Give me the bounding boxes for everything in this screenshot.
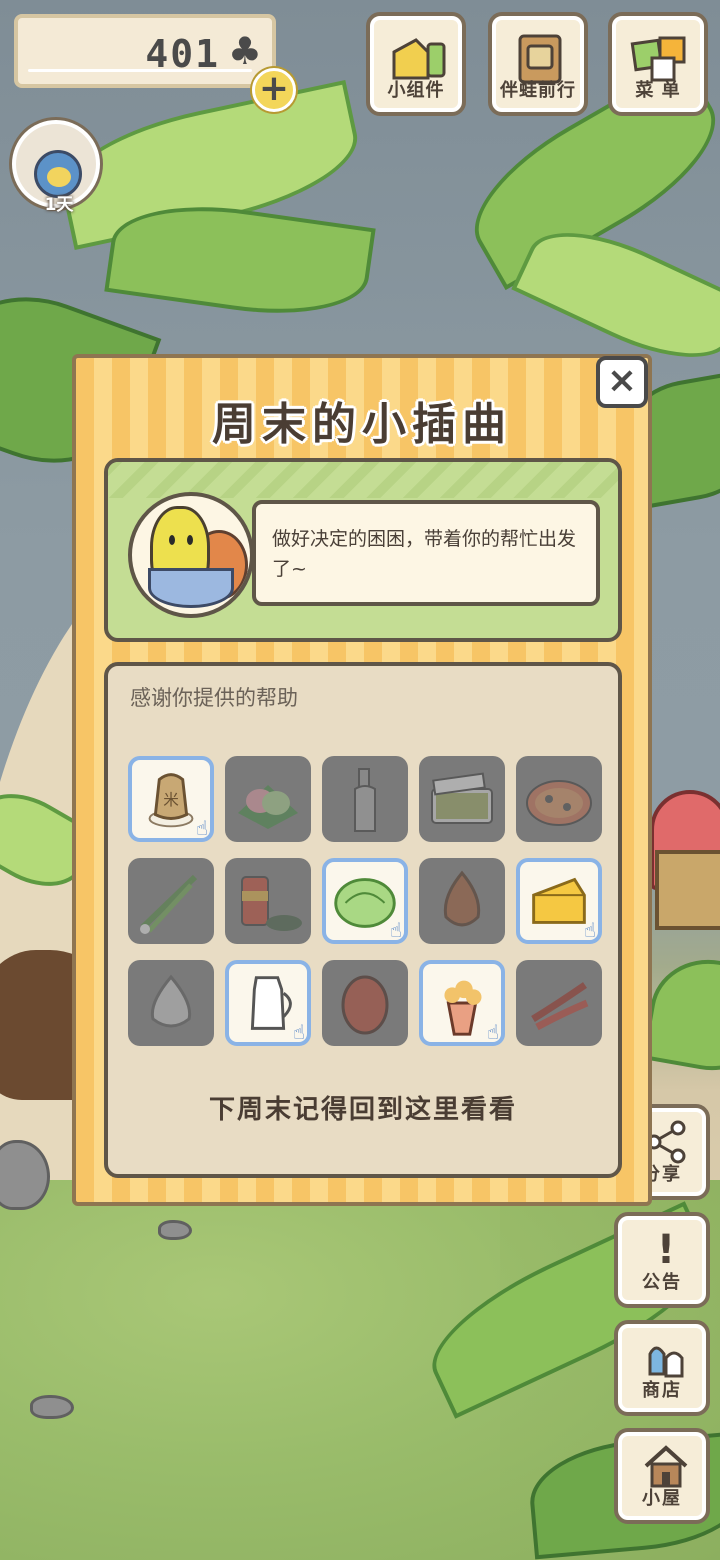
item-slot-milk-jug[interactable]: ☝	[225, 960, 311, 1046]
item-slot-rice-cake	[225, 756, 311, 842]
counter-underline	[28, 69, 252, 72]
mango-icon	[322, 960, 408, 1046]
shop-icon	[648, 1346, 684, 1378]
mailbox-post	[655, 850, 720, 930]
item-slot-bottle	[322, 756, 408, 842]
item-slot-cheese[interactable]: ☝	[516, 858, 602, 944]
menu-label: 菜 单	[635, 80, 681, 101]
item-grid: 米 ☝ ☝ ☝ ☝ ☝	[128, 756, 608, 1046]
rock	[158, 1220, 192, 1240]
rice-cake-icon	[225, 756, 311, 842]
item-slot-popcorn[interactable]: ☝	[419, 960, 505, 1046]
item-slot-mango	[322, 960, 408, 1046]
bento-box-icon	[419, 756, 505, 842]
tap-hand-icon: ☝	[389, 918, 402, 942]
item-slot-canned-food	[225, 858, 311, 944]
item-slot-rice-bag[interactable]: 米 ☝	[128, 756, 214, 842]
item-slot-cabbage[interactable]: ☝	[322, 858, 408, 944]
pizza-icon	[516, 756, 602, 842]
canned-food-icon	[225, 858, 311, 944]
weekend-episode-dialog: 周末的小插曲 做好决定的困困，带着你的帮忙出发了~ 感谢你提供的帮助 米 ☝ ☝ ☝ ☝…	[72, 354, 652, 1206]
house-button[interactable]: 小屋	[614, 1428, 710, 1524]
scarf-icon	[148, 568, 234, 608]
help-heading: 感谢你提供的帮助	[130, 686, 298, 710]
item-slot-chili-pepper	[516, 960, 602, 1046]
widget-label: 小组件	[387, 80, 445, 101]
dialog-title: 周末的小插曲	[212, 399, 512, 450]
story-panel: 做好决定的困困，带着你的帮忙出发了~	[104, 458, 622, 642]
notice-button[interactable]: ! 公告	[614, 1212, 710, 1308]
add-clover-button[interactable]: +	[252, 68, 296, 112]
footer-note: 下周末记得回到这里看看	[208, 1095, 517, 1125]
shop-button[interactable]: 商店	[614, 1320, 710, 1416]
item-slot-onion	[419, 858, 505, 944]
menu-button[interactable]: 菜 单	[608, 12, 708, 116]
item-slot-garlic	[128, 960, 214, 1046]
onion-icon	[419, 858, 505, 944]
garlic-icon	[128, 960, 214, 1046]
tap-hand-icon: ☝	[195, 816, 208, 840]
widget-button[interactable]: 小组件	[366, 12, 466, 116]
house-icon	[644, 1445, 688, 1488]
notice-label: 公告	[642, 1272, 682, 1293]
rock	[30, 1395, 74, 1419]
shop-label: 商店	[642, 1380, 682, 1401]
chili-pepper-icon	[516, 960, 602, 1046]
item-slot-bento-box	[419, 756, 505, 842]
bottle-icon	[322, 756, 408, 842]
tap-hand-icon: ☝	[486, 1020, 499, 1044]
tap-hand-icon: ☝	[583, 918, 596, 942]
clover-icon: ♣	[227, 29, 262, 73]
close-button[interactable]: ×	[596, 356, 648, 408]
svg-text:米: 米	[163, 791, 179, 809]
item-slot-green-onion	[128, 858, 214, 944]
notice-icon: !	[656, 1227, 676, 1273]
help-panel: 感谢你提供的帮助 米 ☝ ☝ ☝ ☝ ☝ 下周末记得回到这里看看	[104, 662, 622, 1178]
story-text: 做好决定的困困，带着你的帮忙出发了~	[252, 500, 600, 606]
house-label: 小屋	[642, 1488, 682, 1509]
clover-counter: 401 ♣	[14, 14, 276, 88]
item-slot-pizza	[516, 756, 602, 842]
travel-label: 伴蛙前行	[500, 80, 576, 101]
travel-button[interactable]: 伴蛙前行	[488, 12, 588, 116]
tap-hand-icon: ☝	[292, 1020, 305, 1044]
green-onion-icon	[128, 858, 214, 944]
tadpole-portrait	[128, 492, 254, 618]
day-counter: 1天	[44, 195, 74, 215]
